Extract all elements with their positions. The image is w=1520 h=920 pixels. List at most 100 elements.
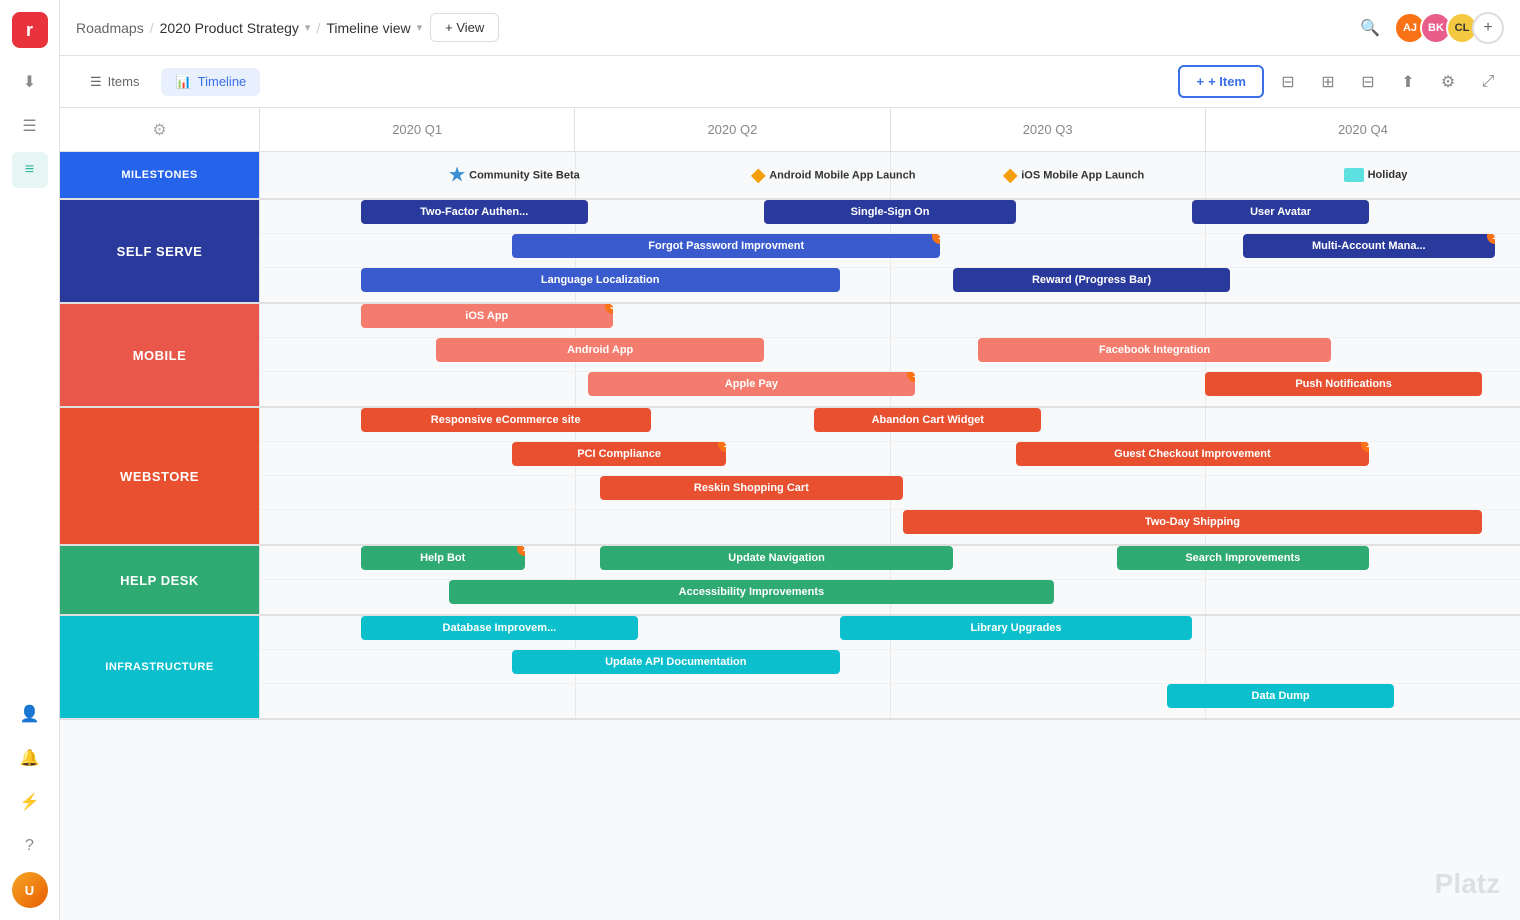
add-item-label: + Item — [1208, 74, 1246, 89]
self-serve-row-2: Forgot Password Improvment 1 Multi-Accou… — [260, 234, 1520, 268]
bar-db-improve[interactable]: Database Improvem... — [361, 616, 638, 640]
star-icon: ★ — [449, 165, 465, 186]
filter-icon[interactable]: ⊟ — [1272, 66, 1304, 98]
bar-accessibility[interactable]: Accessibility Improvements — [449, 580, 1054, 604]
settings-icon[interactable]: ⚙ — [1432, 66, 1464, 98]
search-icon[interactable]: 🔍 — [1354, 12, 1386, 44]
plus-icon: + — [1196, 74, 1204, 89]
milestone-ios[interactable]: ◆ iOS Mobile App Launch — [1003, 165, 1144, 186]
badge-forgot-password: 1 — [932, 234, 940, 244]
chevron-down-icon-1: ▾ — [305, 21, 311, 34]
bar-language[interactable]: Language Localization — [361, 268, 840, 292]
infrastructure-row-3: Data Dump — [260, 684, 1520, 718]
items-tab-label: Items — [108, 74, 140, 89]
bar-apple-pay[interactable]: Apple Pay 1 — [588, 372, 916, 396]
self-serve-label: SELF SERVE — [60, 200, 260, 302]
items-tab[interactable]: ☰ Items — [76, 68, 153, 96]
timeline-icon[interactable]: ≡ — [12, 152, 48, 188]
bar-facebook[interactable]: Facebook Integration — [978, 338, 1331, 362]
webstore-label: WEBSTORE — [60, 408, 260, 544]
fullscreen-icon[interactable]: ⤢ — [1472, 66, 1504, 98]
bar-two-day-shipping[interactable]: Two-Day Shipping — [903, 510, 1483, 534]
quarter-q2: 2020 Q2 — [575, 108, 890, 151]
app-logo[interactable]: r — [12, 12, 48, 48]
bar-abandon-cart[interactable]: Abandon Cart Widget — [814, 408, 1041, 432]
bar-ios-app[interactable]: iOS App 3 — [361, 304, 613, 328]
group-icon[interactable]: ⊞ — [1312, 66, 1344, 98]
timeline-tab-icon: 📊 — [175, 74, 191, 90]
header-avatars: AJ BK CL + — [1394, 12, 1504, 44]
bar-pci[interactable]: PCI Compliance 1 — [512, 442, 726, 466]
bar-api-docs[interactable]: Update API Documentation — [512, 650, 840, 674]
diamond-icon-2: ◆ — [1003, 165, 1017, 186]
quarter-label-col: ⚙ — [60, 108, 260, 151]
export-icon[interactable]: ⬆ — [1392, 66, 1424, 98]
timeline-inner: ⚙ 2020 Q1 2020 Q2 2020 Q3 2020 Q4 MILEST… — [60, 108, 1520, 720]
help-desk-row-2: Accessibility Improvements — [260, 580, 1520, 614]
breadcrumb-view[interactable]: Timeline view — [326, 20, 410, 36]
help-icon[interactable]: ? — [12, 828, 48, 864]
bar-library-upgrades[interactable]: Library Upgrades — [840, 616, 1193, 640]
timeline-tab[interactable]: 📊 Timeline — [161, 68, 260, 96]
toolbar: ☰ Items 📊 Timeline + + Item ⊟ ⊞ ⊟ ⬆ ⚙ ⤢ — [60, 56, 1520, 108]
timeline-tab-label: Timeline — [198, 74, 247, 89]
webstore-section: WEBSTORE Responsive eCommerce site Aband… — [60, 408, 1520, 546]
bar-help-bot[interactable]: Help Bot 1 — [361, 546, 525, 570]
quarter-q3: 2020 Q3 — [891, 108, 1206, 151]
lightning-icon[interactable]: ⚡ — [12, 784, 48, 820]
quarter-header: ⚙ 2020 Q1 2020 Q2 2020 Q3 2020 Q4 — [60, 108, 1520, 152]
bar-android-app[interactable]: Android App — [436, 338, 764, 362]
milestones-timeline: ★ Community Site Beta ◆ Android Mobile A… — [260, 152, 1520, 198]
self-serve-rows: Two-Factor Authen... Single-Sign On User… — [260, 200, 1520, 302]
roadmap-list-icon[interactable]: ☰ — [12, 108, 48, 144]
bar-reward[interactable]: Reward (Progress Bar) — [953, 268, 1230, 292]
bar-search-improvements[interactable]: Search Improvements — [1117, 546, 1369, 570]
rect-icon — [1344, 168, 1364, 182]
bar-push-notif[interactable]: Push Notifications — [1205, 372, 1482, 396]
bar-update-nav[interactable]: Update Navigation 1 — [600, 546, 953, 570]
bar-forgot-password[interactable]: Forgot Password Improvment 1 — [512, 234, 940, 258]
bar-ecommerce[interactable]: Responsive eCommerce site — [361, 408, 651, 432]
webstore-row-3: Reskin Shopping Cart — [260, 476, 1520, 510]
breadcrumb-project[interactable]: 2020 Product Strategy — [160, 20, 299, 36]
breadcrumb: Roadmaps / 2020 Product Strategy ▾ / Tim… — [76, 20, 422, 36]
help-desk-rows: Help Bot 1 Update Navigation 1 Search Im… — [260, 546, 1520, 614]
user-avatar[interactable]: U — [12, 872, 48, 908]
milestone-android[interactable]: ◆ Android Mobile App Launch — [751, 165, 915, 186]
milestone-community-site[interactable]: ★ Community Site Beta — [449, 165, 580, 186]
add-item-button[interactable]: + + Item — [1178, 65, 1264, 98]
mobile-rows: iOS App 3 Android App Facebook Integrati… — [260, 304, 1520, 406]
milestone-holiday[interactable]: Holiday — [1344, 168, 1408, 182]
timeline-container[interactable]: ⚙ 2020 Q1 2020 Q2 2020 Q3 2020 Q4 MILEST… — [60, 108, 1520, 920]
add-member-button[interactable]: + — [1472, 12, 1504, 44]
badge-ios-app: 3 — [605, 304, 613, 314]
bar-sso[interactable]: Single-Sign On — [764, 200, 1016, 224]
help-desk-label: HELP DESK — [60, 546, 260, 614]
mobile-section: MOBILE iOS App 3 Android App — [60, 304, 1520, 408]
breadcrumb-sep1: / — [150, 20, 154, 36]
bar-reskin[interactable]: Reskin Shopping Cart — [600, 476, 902, 500]
timeline-settings-icon[interactable]: ⚙ — [152, 120, 166, 140]
add-view-button[interactable]: + View — [430, 13, 499, 42]
mobile-row-3: Apple Pay 1 Push Notifications — [260, 372, 1520, 406]
mobile-label: MOBILE — [60, 304, 260, 406]
bell-icon[interactable]: 🔔 — [12, 740, 48, 776]
bar-multi-account[interactable]: Multi-Account Mana... 1 — [1243, 234, 1495, 258]
help-desk-section: HELP DESK Help Bot 1 Update Navigation 1 — [60, 546, 1520, 616]
bar-guest-checkout[interactable]: Guest Checkout Improvement 1 — [1016, 442, 1369, 466]
bar-two-factor[interactable]: Two-Factor Authen... — [361, 200, 588, 224]
badge-apple-pay: 1 — [907, 372, 915, 382]
infrastructure-row-1: Database Improvem... Library Upgrades — [260, 616, 1520, 650]
milestones-section: MILESTONES ★ Community Site Beta ◆ — [60, 152, 1520, 200]
webstore-rows: Responsive eCommerce site Abandon Cart W… — [260, 408, 1520, 544]
infrastructure-label: INFRASTRUCTURE — [60, 616, 260, 718]
badge-pci: 1 — [718, 442, 726, 452]
download-icon[interactable]: ⬇ — [12, 64, 48, 100]
self-serve-section: SELF SERVE Two-Factor Authen... Single-S… — [60, 200, 1520, 304]
webstore-row-2: PCI Compliance 1 Guest Checkout Improvem… — [260, 442, 1520, 476]
bar-user-avatar[interactable]: User Avatar — [1192, 200, 1368, 224]
columns-icon[interactable]: ⊟ — [1352, 66, 1384, 98]
person-icon[interactable]: 👤 — [12, 696, 48, 732]
breadcrumb-root[interactable]: Roadmaps — [76, 20, 144, 36]
bar-data-dump[interactable]: Data Dump — [1167, 684, 1394, 708]
